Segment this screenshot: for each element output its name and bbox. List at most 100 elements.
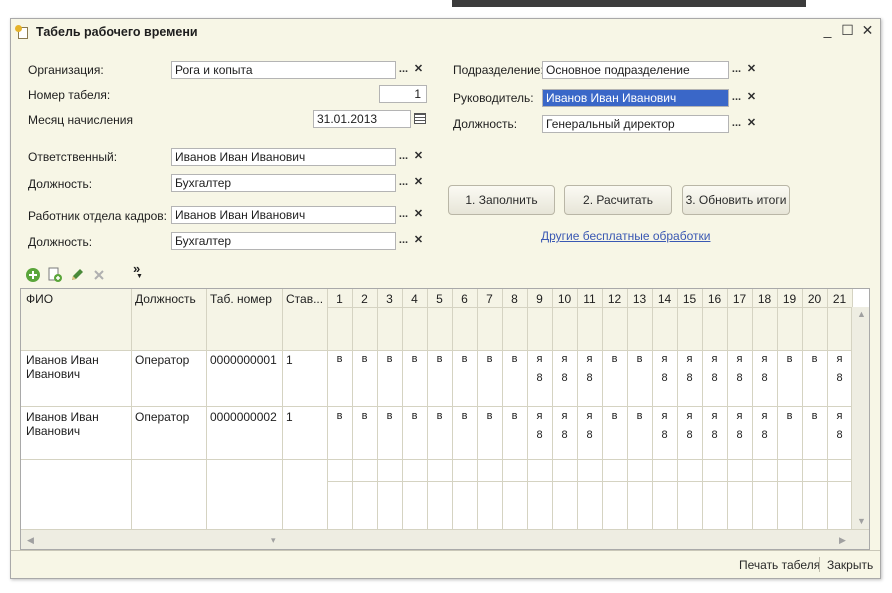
column-header-day[interactable]: 19 <box>777 292 802 306</box>
department-field[interactable]: Основное подразделение <box>542 61 729 79</box>
day-code-cell[interactable]: в <box>502 353 527 365</box>
column-header-tab-number[interactable]: Таб. номер <box>210 292 272 306</box>
day-hours-cell[interactable]: 8 <box>577 429 602 441</box>
column-header-day[interactable]: 5 <box>427 292 452 306</box>
copy-row-icon[interactable] <box>47 267 63 283</box>
day-code-cell[interactable]: я <box>527 410 552 422</box>
day-code-cell[interactable]: в <box>452 353 477 365</box>
day-code-cell[interactable]: в <box>327 410 352 422</box>
day-code-cell[interactable]: в <box>352 353 377 365</box>
responsible-select-button[interactable]: ... <box>396 148 411 166</box>
timesheet-number-field[interactable]: 1 <box>379 85 427 103</box>
day-code-cell[interactable]: в <box>502 410 527 422</box>
day-code-cell[interactable]: я <box>727 353 752 365</box>
scroll-left-icon[interactable]: ◀ <box>27 535 34 546</box>
maximize-button[interactable]: ☐ <box>841 23 854 37</box>
day-hours-cell[interactable]: 8 <box>677 372 702 384</box>
organization-select-button[interactable]: ... <box>396 61 411 79</box>
edit-row-icon[interactable] <box>69 267 85 283</box>
close-button[interactable]: ✕ <box>861 23 874 37</box>
vertical-scrollbar[interactable]: ▲ ▼ <box>851 307 869 530</box>
column-header-day[interactable]: 18 <box>752 292 777 306</box>
hr-position-clear-button[interactable]: ✕ <box>411 232 426 250</box>
day-code-cell[interactable]: в <box>402 410 427 422</box>
department-clear-button[interactable]: ✕ <box>744 61 759 79</box>
timesheet-table[interactable]: ФИО Должность Таб. номер Став... 1234567… <box>20 288 870 550</box>
scroll-thumb-grip-icon[interactable]: ▾ <box>271 535 276 546</box>
day-code-cell[interactable]: я <box>727 410 752 422</box>
accrual-month-field[interactable]: 31.01.2013 <box>313 110 411 128</box>
day-code-cell[interactable]: я <box>577 353 602 365</box>
day-hours-cell[interactable]: 8 <box>527 372 552 384</box>
responsible-position-clear-button[interactable]: ✕ <box>411 174 426 192</box>
column-header-fio[interactable]: ФИО <box>26 292 53 306</box>
hr-employee-clear-button[interactable]: ✕ <box>411 206 426 224</box>
manager-position-field[interactable]: Генеральный директор <box>542 115 729 133</box>
day-code-cell[interactable]: я <box>652 353 677 365</box>
day-hours-cell[interactable]: 8 <box>827 429 852 441</box>
hr-position-select-button[interactable]: ... <box>396 232 411 250</box>
day-code-cell[interactable]: в <box>452 410 477 422</box>
day-code-cell[interactable]: в <box>377 353 402 365</box>
day-code-cell[interactable]: в <box>377 410 402 422</box>
print-timesheet-button[interactable]: Печать табеля <box>739 558 820 572</box>
day-code-cell[interactable]: в <box>627 410 652 422</box>
day-code-cell[interactable]: я <box>527 353 552 365</box>
column-header-day[interactable]: 6 <box>452 292 477 306</box>
column-header-day[interactable]: 20 <box>802 292 827 306</box>
close-form-button[interactable]: Закрыть <box>827 558 873 572</box>
fill-button[interactable]: 1. Заполнить <box>448 185 555 215</box>
delete-row-icon[interactable] <box>91 267 107 283</box>
day-code-cell[interactable]: в <box>627 353 652 365</box>
calendar-icon[interactable] <box>414 113 426 124</box>
day-code-cell[interactable]: в <box>802 410 827 422</box>
manager-position-clear-button[interactable]: ✕ <box>744 115 759 133</box>
horizontal-scrollbar[interactable]: ◀ ▾ ▶ <box>21 529 869 549</box>
day-hours-cell[interactable]: 8 <box>727 429 752 441</box>
day-hours-cell[interactable]: 8 <box>652 429 677 441</box>
column-header-day[interactable]: 14 <box>652 292 677 306</box>
minimize-button[interactable]: _ <box>821 23 834 37</box>
add-row-icon[interactable] <box>25 267 41 283</box>
day-code-cell[interactable]: я <box>577 410 602 422</box>
day-code-cell[interactable]: в <box>802 353 827 365</box>
column-header-day[interactable]: 11 <box>577 292 602 306</box>
day-hours-cell[interactable]: 8 <box>727 372 752 384</box>
column-header-day[interactable]: 10 <box>552 292 577 306</box>
day-hours-cell[interactable]: 8 <box>552 429 577 441</box>
day-hours-cell[interactable]: 8 <box>527 429 552 441</box>
day-hours-cell[interactable]: 8 <box>652 372 677 384</box>
responsible-position-field[interactable]: Бухгалтер <box>171 174 396 192</box>
free-tools-link[interactable]: Другие бесплатные обработки <box>541 229 710 243</box>
column-header-day[interactable]: 13 <box>627 292 652 306</box>
column-header-day[interactable]: 8 <box>502 292 527 306</box>
manager-clear-button[interactable]: ✕ <box>744 89 759 107</box>
day-hours-cell[interactable]: 8 <box>827 372 852 384</box>
day-code-cell[interactable]: я <box>552 353 577 365</box>
day-code-cell[interactable]: я <box>652 410 677 422</box>
scroll-up-icon[interactable]: ▲ <box>857 309 866 319</box>
day-code-cell[interactable]: я <box>752 353 777 365</box>
day-code-cell[interactable]: я <box>552 410 577 422</box>
column-header-position[interactable]: Должность <box>135 292 196 306</box>
manager-field[interactable]: Иванов Иван Иванович <box>542 89 729 107</box>
column-header-rate[interactable]: Став... <box>286 292 323 306</box>
hr-employee-field[interactable]: Иванов Иван Иванович <box>171 206 396 224</box>
organization-clear-button[interactable]: ✕ <box>411 61 426 79</box>
day-code-cell[interactable]: я <box>702 410 727 422</box>
column-header-day[interactable]: 15 <box>677 292 702 306</box>
responsible-field[interactable]: Иванов Иван Иванович <box>171 148 396 166</box>
calculate-button[interactable]: 2. Расчитать <box>564 185 672 215</box>
day-hours-cell[interactable]: 8 <box>702 429 727 441</box>
column-header-day[interactable]: 2 <box>352 292 377 306</box>
day-code-cell[interactable]: я <box>827 410 852 422</box>
day-code-cell[interactable]: в <box>602 353 627 365</box>
day-code-cell[interactable]: в <box>402 353 427 365</box>
day-hours-cell[interactable]: 8 <box>752 429 777 441</box>
column-header-day[interactable]: 9 <box>527 292 552 306</box>
day-code-cell[interactable]: в <box>352 410 377 422</box>
day-code-cell[interactable]: в <box>427 410 452 422</box>
scroll-down-icon[interactable]: ▼ <box>857 516 866 526</box>
column-header-day[interactable]: 21 <box>827 292 852 306</box>
department-select-button[interactable]: ... <box>729 61 744 79</box>
